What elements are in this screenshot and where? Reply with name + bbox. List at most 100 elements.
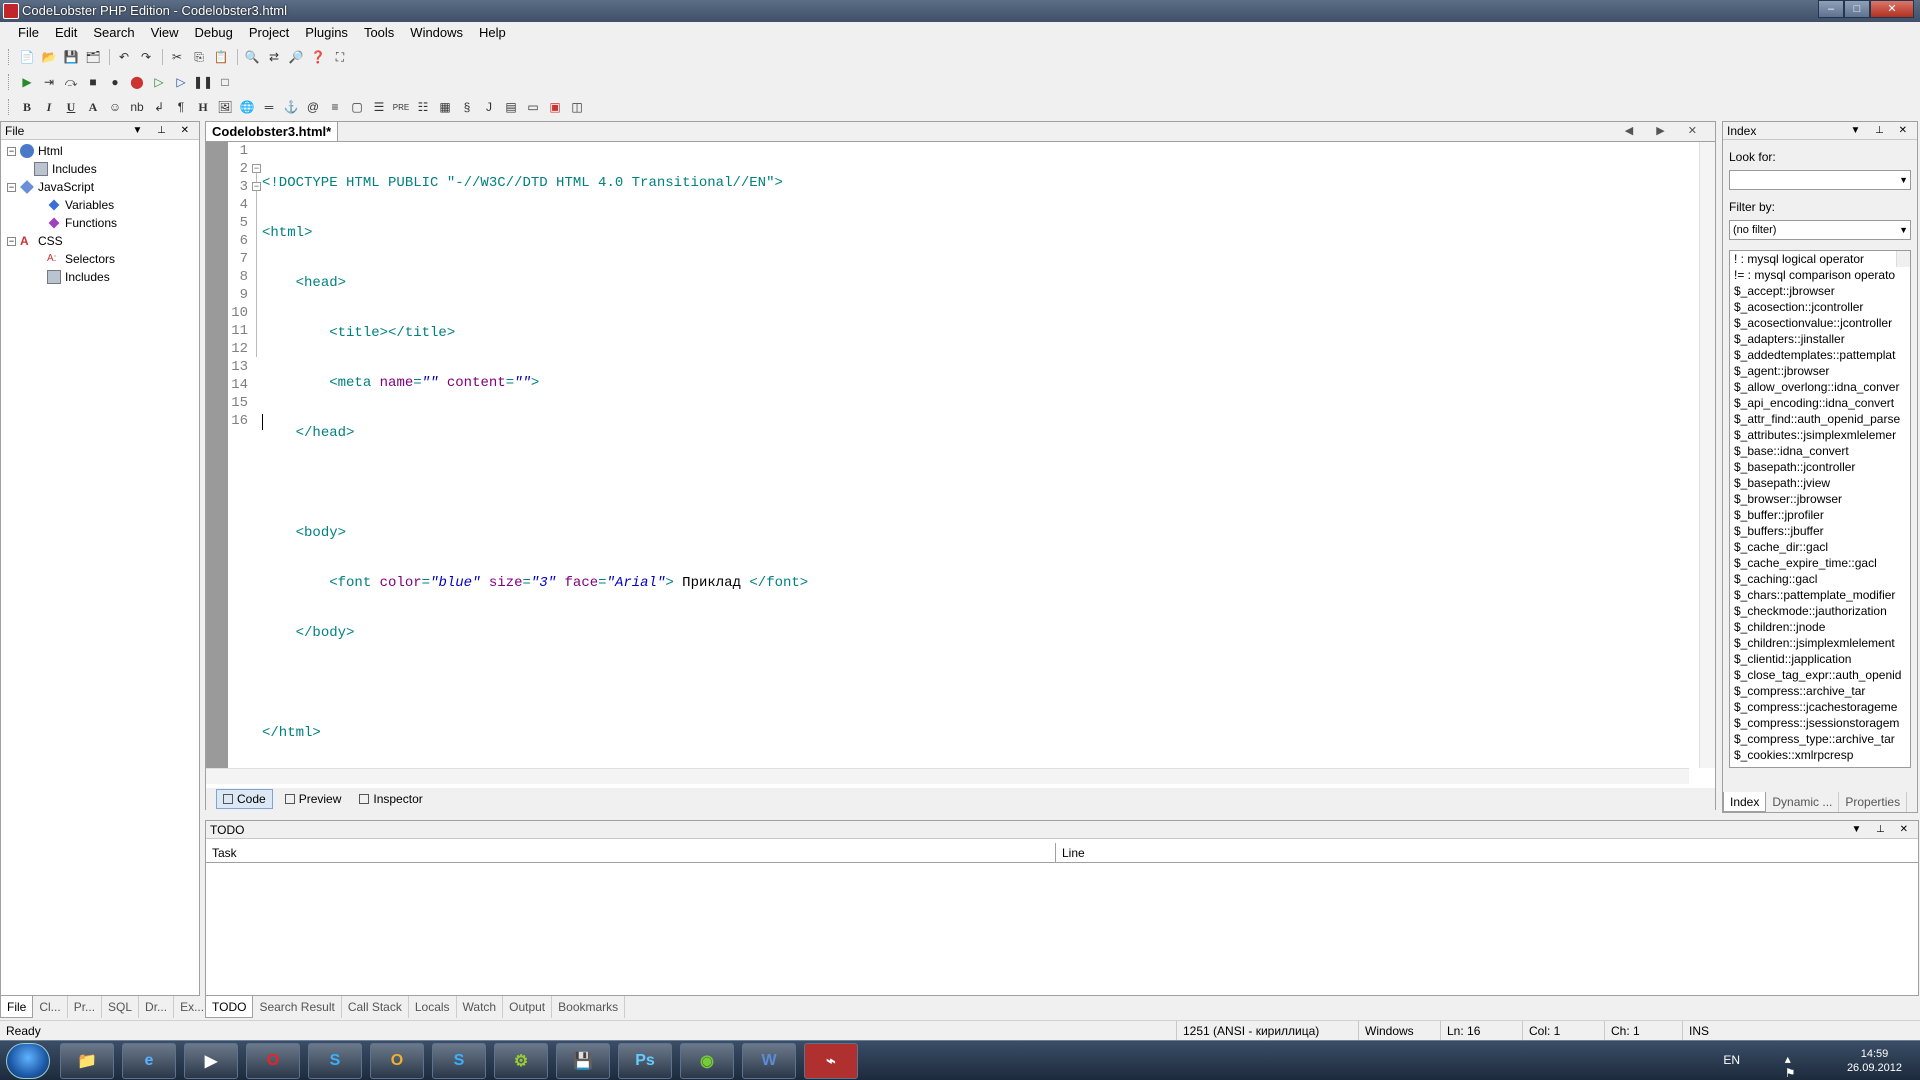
underline-icon[interactable]: U [61, 97, 81, 117]
skype-icon[interactable]: S [308, 1043, 362, 1079]
collapse-icon[interactable]: − [7, 146, 16, 156]
tab-project[interactable]: Pr... [68, 996, 103, 1018]
step-over-icon[interactable]: ⤼ [61, 72, 81, 92]
terminate-icon[interactable]: □ [215, 72, 235, 92]
dropdown-arrow-icon[interactable]: ▼ [1899, 171, 1908, 189]
tray-icons[interactable]: ▴ ⚑ ▭ ◀) [1785, 1052, 1810, 1080]
list-item[interactable]: $_base::idna_convert [1730, 443, 1910, 459]
tab-call-stack[interactable]: Call Stack [342, 996, 409, 1018]
tab-locals[interactable]: Locals [409, 996, 457, 1018]
menu-search[interactable]: Search [85, 22, 142, 44]
index-list[interactable]: ! : mysql logical operator != : mysql co… [1729, 250, 1911, 768]
code-content[interactable]: <!DOCTYPE HTML PUBLIC "-//W3C//DTD HTML … [262, 142, 808, 758]
tab-drivers[interactable]: Dr... [139, 996, 175, 1018]
open-folder-icon[interactable]: 📂 [39, 47, 59, 67]
align-icon[interactable]: ≡ [325, 97, 345, 117]
flash-icon[interactable]: ▣ [545, 97, 565, 117]
tab-classes[interactable]: Cl... [33, 996, 68, 1018]
tab-preview[interactable]: Preview [279, 790, 348, 808]
table-icon[interactable]: ▦ [435, 97, 455, 117]
list-item[interactable]: $_compress::jsessionstoragem [1730, 715, 1910, 731]
list-item[interactable]: $_acosection::jcontroller [1730, 299, 1910, 315]
cut-icon[interactable]: ✂ [167, 47, 187, 67]
step-into-icon[interactable]: ▷ [171, 72, 191, 92]
copy-icon[interactable]: ⎘ [189, 47, 209, 67]
filter-by-select[interactable]: (no filter) ▼ [1729, 220, 1911, 240]
green-app-icon[interactable]: ◉ [680, 1043, 734, 1079]
frame-icon[interactable]: ◫ [567, 97, 587, 117]
tree-node-javascript[interactable]: − JavaScript [1, 178, 199, 196]
bold-icon[interactable]: B [17, 97, 37, 117]
list-item[interactable]: $_close_tag_expr::auth_openid [1730, 667, 1910, 683]
panel-controls-icon[interactable]: ▼ ⊥ ✕ [1851, 821, 1914, 839]
minimize-button[interactable]: – [1818, 0, 1844, 18]
menu-windows[interactable]: Windows [402, 22, 471, 44]
new-file-icon[interactable]: 📄 [17, 47, 37, 67]
app-icon[interactable]: ⚙ [494, 1043, 548, 1079]
tab-dynamic[interactable]: Dynamic ... [1766, 792, 1840, 812]
tab-navigation-icon[interactable]: ◀ ▶ ✕ [1625, 124, 1707, 137]
tab-output[interactable]: Output [503, 996, 553, 1018]
internet-explorer-icon[interactable]: e [122, 1043, 176, 1079]
list-item[interactable]: ! : mysql logical operator [1730, 251, 1910, 267]
redo-icon[interactable]: ↷ [136, 47, 156, 67]
javascript-icon[interactable]: J [479, 97, 499, 117]
list-item[interactable]: $_basepath::jcontroller [1730, 459, 1910, 475]
menu-debug[interactable]: Debug [187, 22, 241, 44]
word-icon[interactable]: W [742, 1043, 796, 1079]
document-tab[interactable]: Codelobster3.html* [205, 121, 339, 141]
opera-icon[interactable]: O [246, 1043, 300, 1079]
tab-bookmarks[interactable]: Bookmarks [552, 996, 626, 1018]
pause-icon[interactable]: ❚❚ [193, 72, 213, 92]
tab-code[interactable]: Code [216, 789, 273, 809]
css-style-icon[interactable]: § [457, 97, 477, 117]
save-icon[interactable]: 💾 [61, 47, 81, 67]
column-line[interactable]: Line [1056, 843, 1918, 862]
list-item[interactable]: $_basepath::jview [1730, 475, 1910, 491]
list-item[interactable]: $_api_encoding::idna_convert [1730, 395, 1910, 411]
anchor-icon[interactable]: ⚓ [281, 97, 301, 117]
list-item[interactable]: $_browser::jbrowser [1730, 491, 1910, 507]
list-item[interactable]: $_acosectionvalue::jcontroller [1730, 315, 1910, 331]
list-item[interactable]: $_adapters::jinstaller [1730, 331, 1910, 347]
nbsp-icon[interactable]: nb [127, 97, 147, 117]
column-task[interactable]: Task [206, 843, 1056, 862]
continue-icon[interactable]: ▷ [149, 72, 169, 92]
paste-icon[interactable]: 📋 [211, 47, 231, 67]
clock[interactable]: 14:59 26.09.2012 [1847, 1047, 1902, 1075]
tab-search-result[interactable]: Search Result [253, 996, 342, 1018]
fold-toggle-icon[interactable]: − [252, 182, 261, 191]
list-item[interactable]: $_cache_dir::gacl [1730, 539, 1910, 555]
panel-controls-icon[interactable]: ▼ ⊥ ✕ [132, 122, 195, 140]
list-item[interactable]: $_attributes::jsimplexmlelemer [1730, 427, 1910, 443]
breakpoint-icon[interactable]: ● [105, 72, 125, 92]
photoshop-icon[interactable]: Ps [618, 1043, 672, 1079]
list-item[interactable]: $_compress::jcachestorageme [1730, 699, 1910, 715]
floppy-icon[interactable]: 💾 [556, 1043, 610, 1079]
explorer-icon[interactable]: 📁 [60, 1043, 114, 1079]
paragraph-icon[interactable]: ¶ [171, 97, 191, 117]
look-for-input[interactable]: ▼ [1729, 170, 1911, 190]
list-item[interactable]: $_agent::jbrowser [1730, 363, 1910, 379]
list-item[interactable]: $_children::jsimplexmlelement [1730, 635, 1910, 651]
maximize-button[interactable]: □ [1844, 0, 1870, 18]
list-icon[interactable]: ☷ [413, 97, 433, 117]
tab-properties[interactable]: Properties [1839, 792, 1908, 812]
list-item[interactable]: $_addedtemplates::pattemplat [1730, 347, 1910, 363]
font-icon[interactable]: A [83, 97, 103, 117]
help-icon[interactable]: ❓ [308, 47, 328, 67]
skype-chat-icon[interactable]: S [432, 1043, 486, 1079]
list-item[interactable]: $_compress_type::archive_tar [1730, 731, 1910, 747]
list-item[interactable]: != : mysql comparison operato [1730, 267, 1910, 283]
tab-index[interactable]: Index [1723, 792, 1767, 812]
tree-node-css[interactable]: − A CSS [1, 232, 199, 250]
italic-icon[interactable]: I [39, 97, 59, 117]
list-item[interactable]: $_attr_find::auth_openid_parse [1730, 411, 1910, 427]
line-break-icon[interactable]: ↲ [149, 97, 169, 117]
list-item[interactable]: $_chars::pattemplate_modifier [1730, 587, 1910, 603]
outlook-icon[interactable]: O [370, 1043, 424, 1079]
email-icon[interactable]: @ [303, 97, 323, 117]
save-all-icon[interactable]: 🗂 [83, 47, 103, 67]
pre-icon[interactable]: PRE [391, 97, 411, 117]
index-list-scrollbar[interactable] [1896, 251, 1910, 267]
